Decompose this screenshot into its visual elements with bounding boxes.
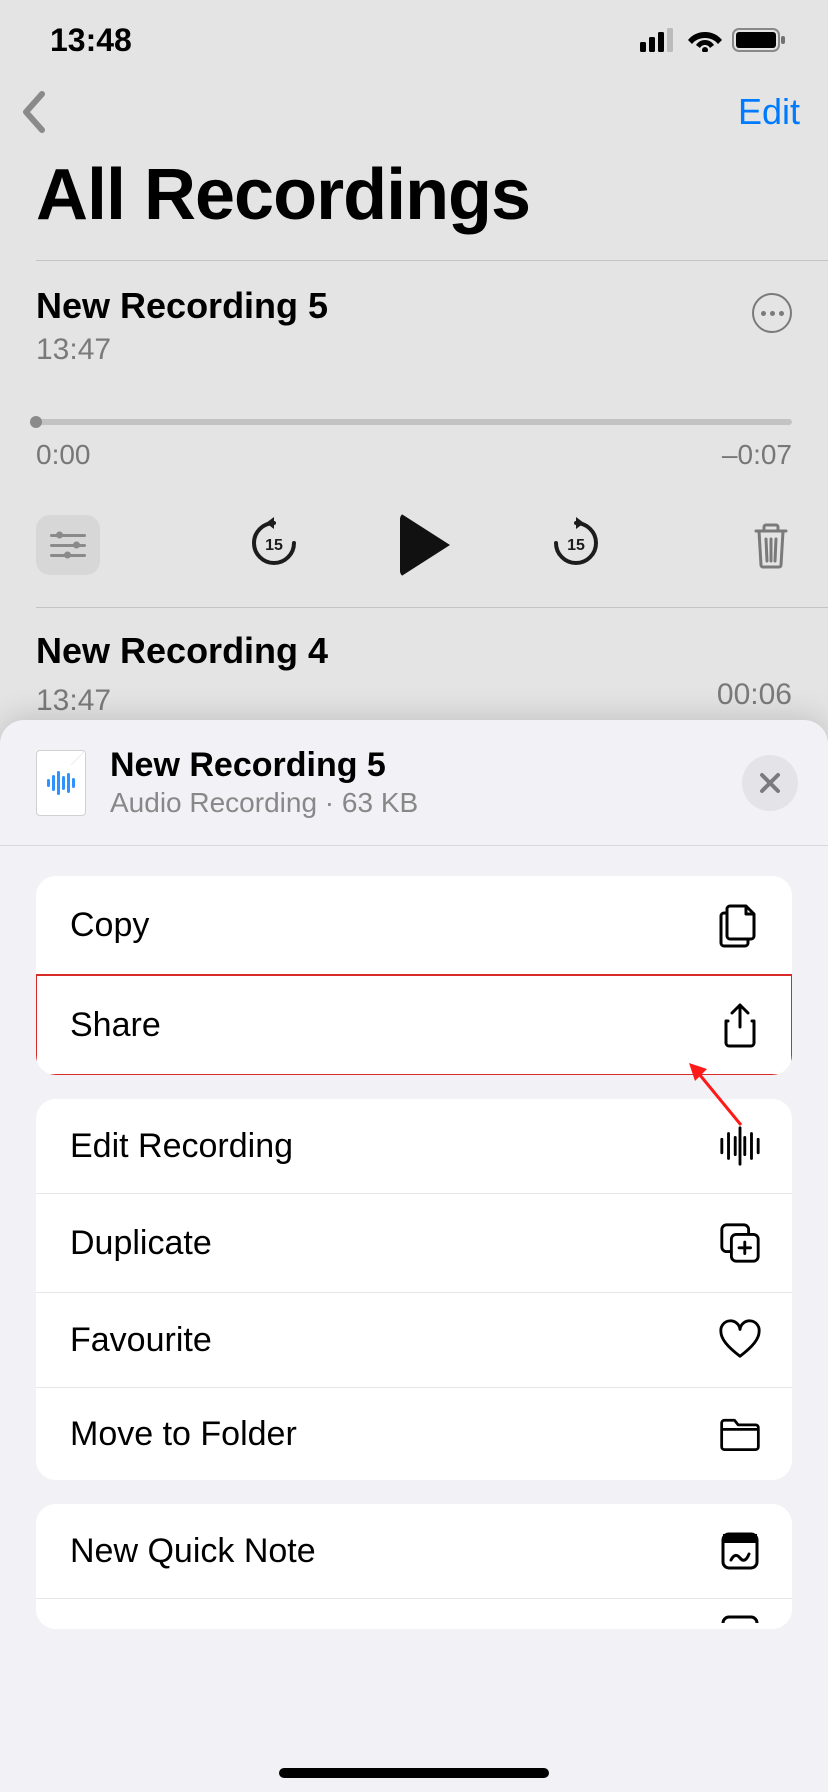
folder-icon — [718, 1414, 762, 1454]
menu-label: Favourite — [70, 1321, 212, 1360]
elapsed-time: 0:00 — [36, 439, 91, 471]
home-indicator — [279, 1768, 549, 1778]
skip-forward-15-button[interactable]: 15 — [550, 517, 602, 574]
menu-group: Copy Share — [36, 876, 792, 1075]
edit-recording-button[interactable]: Edit Recording — [36, 1099, 792, 1194]
copy-button[interactable]: Copy — [36, 876, 792, 975]
nav-bar: Edit — [0, 80, 828, 144]
svg-text:15: 15 — [567, 537, 585, 554]
duplicate-icon — [718, 1220, 762, 1266]
remaining-time: –0:07 — [722, 439, 792, 471]
menu-label: Copy — [70, 906, 149, 945]
back-button[interactable] — [20, 90, 50, 134]
recording-title: New Recording 4 — [36, 630, 792, 672]
recording-title: New Recording 5 — [36, 285, 328, 327]
recording-duration: 00:06 — [717, 678, 792, 718]
menu-label: Share — [70, 1006, 161, 1045]
waveform-icon — [718, 1125, 762, 1167]
status-time: 13:48 — [50, 22, 132, 59]
status-bar: 13:48 — [0, 0, 828, 80]
play-button[interactable] — [400, 513, 450, 577]
quicknote-icon — [718, 1530, 762, 1572]
favourite-button[interactable]: Favourite — [36, 1293, 792, 1388]
menu-label: Move to Folder — [70, 1415, 297, 1454]
battery-icon — [732, 28, 786, 52]
new-quick-note-button[interactable]: New Quick Note — [36, 1504, 792, 1599]
menu-label: Duplicate — [70, 1224, 212, 1263]
recording-timestamp: 13:47 — [36, 684, 111, 718]
menu-label: New Quick Note — [70, 1532, 316, 1571]
menu-group: Edit Recording Duplicate — [36, 1099, 792, 1480]
icon-placeholder — [718, 1611, 762, 1627]
close-button[interactable] — [742, 755, 798, 811]
audio-file-icon — [36, 750, 86, 816]
wifi-icon — [688, 28, 722, 52]
sheet-header: New Recording 5 Audio Recording · 63 KB — [0, 720, 828, 846]
skip-back-15-button[interactable]: 15 — [248, 517, 300, 574]
edit-button[interactable]: Edit — [738, 91, 800, 133]
menu-group: New Quick Note — [36, 1504, 792, 1629]
recording-timestamp: 13:47 — [36, 333, 328, 367]
share-button[interactable]: Share — [36, 975, 792, 1075]
share-sheet: New Recording 5 Audio Recording · 63 KB … — [0, 720, 828, 1792]
share-icon — [718, 1001, 762, 1049]
more-button[interactable] — [752, 293, 792, 333]
recording-expanded: New Recording 5 13:47 0:00 –0:07 15 — [0, 261, 828, 607]
placeholder-item[interactable] — [36, 1599, 792, 1629]
cellular-icon — [640, 28, 678, 52]
heart-icon — [718, 1319, 762, 1361]
options-button[interactable] — [36, 515, 100, 575]
svg-text:15: 15 — [265, 537, 283, 554]
delete-button[interactable] — [750, 521, 792, 569]
duplicate-button[interactable]: Duplicate — [36, 1194, 792, 1293]
sheet-subtitle: Audio Recording · 63 KB — [110, 787, 742, 819]
copy-icon — [718, 902, 762, 948]
move-to-folder-button[interactable]: Move to Folder — [36, 1388, 792, 1480]
page-title: All Recordings — [0, 144, 828, 260]
menu-label: Edit Recording — [70, 1127, 293, 1166]
status-icons — [640, 28, 786, 52]
sheet-title: New Recording 5 — [110, 746, 742, 785]
playback-scrubber[interactable]: 0:00 –0:07 — [36, 419, 792, 471]
